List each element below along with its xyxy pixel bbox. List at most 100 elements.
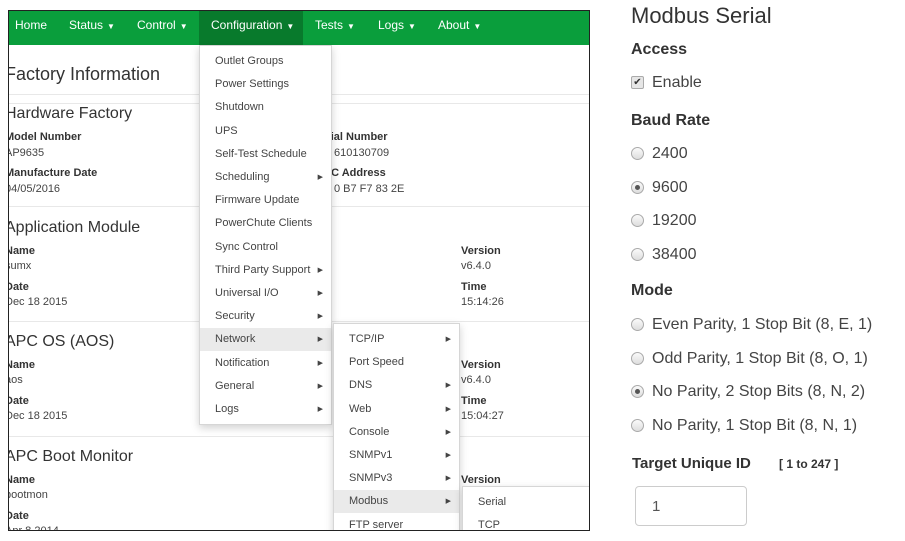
menu-item-label: Notification: [215, 356, 270, 369]
field-value: 15:14:26: [461, 296, 504, 308]
nav-label: Status: [69, 18, 104, 32]
nav-about[interactable]: About ▼: [432, 11, 487, 45]
menu-item[interactable]: SNMPv3 ▶: [334, 467, 459, 490]
menu-item[interactable]: Self-Test Schedule: [200, 143, 331, 166]
menu-item[interactable]: Outlet Groups: [200, 50, 331, 73]
menu-item[interactable]: TCP: [463, 514, 589, 530]
field-label: Date: [9, 395, 29, 407]
form-title: Modbus Serial: [631, 3, 772, 28]
target-id-label: Target Unique ID: [632, 455, 751, 472]
baud-radio-2400[interactable]: [631, 147, 644, 160]
mode-option-label: Even Parity, 1 Stop Bit (8, E, 1): [652, 316, 873, 333]
field-value: 04/05/2016: [8, 183, 61, 195]
baud-radio-9600[interactable]: [631, 180, 644, 194]
chevron-right-icon: ▶: [445, 405, 451, 413]
chevron-right-icon: ▶: [445, 428, 451, 436]
chevron-right-icon: ▶: [317, 174, 323, 181]
nav-label: Logs: [378, 18, 405, 32]
nav-home[interactable]: Home: [9, 11, 53, 45]
chevron-right-icon: ▶: [317, 359, 323, 367]
mode-radio[interactable]: [631, 418, 644, 432]
field-label: Version: [461, 474, 501, 486]
menu-item-label: UPS: [215, 124, 238, 137]
chevron-right-icon: ▶: [317, 406, 323, 413]
menu-item[interactable]: PowerChute Clients: [200, 212, 331, 235]
menu-item[interactable]: FTP server: [334, 514, 459, 530]
baud-radio-38400[interactable]: [631, 247, 644, 261]
nav-configuration[interactable]: Configuration ▼: [199, 11, 303, 45]
field-value: Apr 8 2014: [8, 525, 59, 531]
menu-item[interactable]: Serial: [463, 491, 589, 514]
menu-item[interactable]: Firmware Update: [200, 189, 331, 212]
mode-option-label: No Parity, 2 Stop Bits (8, N, 2): [652, 383, 866, 400]
browser-panel: Home Status ▼ Control ▼ Configuration ▼ Tests ▼ L…: [8, 10, 590, 531]
divider: [9, 436, 589, 437]
chevron-right-icon: ▶: [317, 336, 323, 344]
menu-item[interactable]: UPS: [200, 120, 331, 143]
menu-item-label: Third Party Support: [215, 263, 311, 276]
menu-item[interactable]: Console ▶: [334, 421, 459, 444]
menu-item[interactable]: DNS ▶: [334, 374, 459, 397]
chevron-right-icon: ▶: [317, 382, 323, 390]
nav-label: Home: [15, 18, 48, 32]
nav-status[interactable]: Status ▼: [63, 11, 121, 45]
menu-item-label: Self-Test Schedule: [215, 147, 307, 160]
caret-down-icon: ▼: [107, 22, 115, 31]
mode-option-label: Odd Parity, 1 Stop Bit (8, O, 1): [652, 349, 868, 367]
menu-item-label: Sync Control: [215, 240, 278, 253]
menu-item[interactable]: Notification ▶: [200, 352, 331, 375]
nav-control[interactable]: Control ▼: [131, 11, 194, 45]
menu-item[interactable]: Network ▶: [200, 328, 331, 352]
menu-item[interactable]: Logs ▶: [200, 398, 331, 421]
menu-item-label: SNMPv3: [349, 472, 393, 485]
menu-item[interactable]: Port Speed: [334, 351, 459, 374]
field-value: v6.4.0: [461, 374, 491, 386]
nav-tests[interactable]: Tests ▼: [309, 11, 361, 45]
menu-item-label: Modbus: [349, 495, 389, 508]
mode-radio[interactable]: [631, 351, 644, 365]
menu-item[interactable]: Scheduling ▶: [200, 166, 331, 189]
menu-item[interactable]: Third Party Support ▶: [200, 259, 331, 282]
nav-logs[interactable]: Logs ▼: [372, 11, 422, 45]
field-label: Time: [461, 281, 487, 293]
mode-radio[interactable]: [631, 385, 644, 398]
nav-label: Tests: [315, 18, 344, 32]
menu-item-label: Firmware Update: [215, 194, 300, 207]
menu-item[interactable]: Shutdown: [200, 96, 331, 119]
field-value: bootmon: [8, 489, 48, 501]
menu-item[interactable]: Sync Control: [200, 236, 331, 259]
field-label: Manufacture Date: [8, 167, 98, 179]
menu-item-label: Network: [215, 333, 256, 346]
menu-item[interactable]: Power Settings: [200, 73, 331, 96]
menu-item[interactable]: Universal I/O ▶: [200, 282, 331, 305]
nav-label: Control: [137, 18, 176, 32]
enable-checkbox[interactable]: ✔: [631, 76, 644, 89]
menu-item-label: Shutdown: [215, 101, 264, 114]
field-label: Version: [461, 359, 501, 371]
menu-item-label: Serial: [478, 496, 507, 508]
field-label: Date: [9, 510, 29, 522]
menu-item-label: Universal I/O: [215, 287, 279, 299]
menu-item[interactable]: General ▶: [200, 375, 331, 398]
field-value: Dec 18 2015: [8, 296, 68, 308]
field-label: Version: [461, 245, 501, 257]
menu-item[interactable]: Security ▶: [200, 305, 331, 328]
menu-item-label: Port Speed: [349, 356, 405, 369]
target-id-range: [ 1 to 247 ]: [779, 457, 839, 471]
caret-down-icon: ▼: [473, 22, 482, 31]
mode-radio[interactable]: [631, 318, 644, 331]
section-title: APC OS (AOS): [8, 333, 115, 350]
field-value: Dec 18 2015: [8, 410, 68, 422]
page-title: Factory Information: [8, 64, 161, 84]
chevron-right-icon: ▶: [445, 382, 451, 390]
menu-item[interactable]: TCP/IP ▶: [334, 328, 459, 351]
baud-radio-19200[interactable]: [631, 214, 644, 227]
target-id-input[interactable]: [635, 486, 747, 526]
chevron-right-icon: ▶: [445, 498, 451, 506]
chevron-right-icon: ▶: [445, 452, 451, 459]
menu-item[interactable]: SNMPv1 ▶: [334, 444, 459, 467]
menu-item[interactable]: Web ▶: [334, 398, 459, 421]
menu-item[interactable]: Modbus ▶: [334, 490, 459, 514]
mode-option-label: No Parity, 1 Stop Bit (8, N, 1): [652, 416, 858, 434]
top-nav-bar: Home Status ▼ Control ▼ Configuration ▼ Tests ▼ L…: [9, 11, 589, 45]
